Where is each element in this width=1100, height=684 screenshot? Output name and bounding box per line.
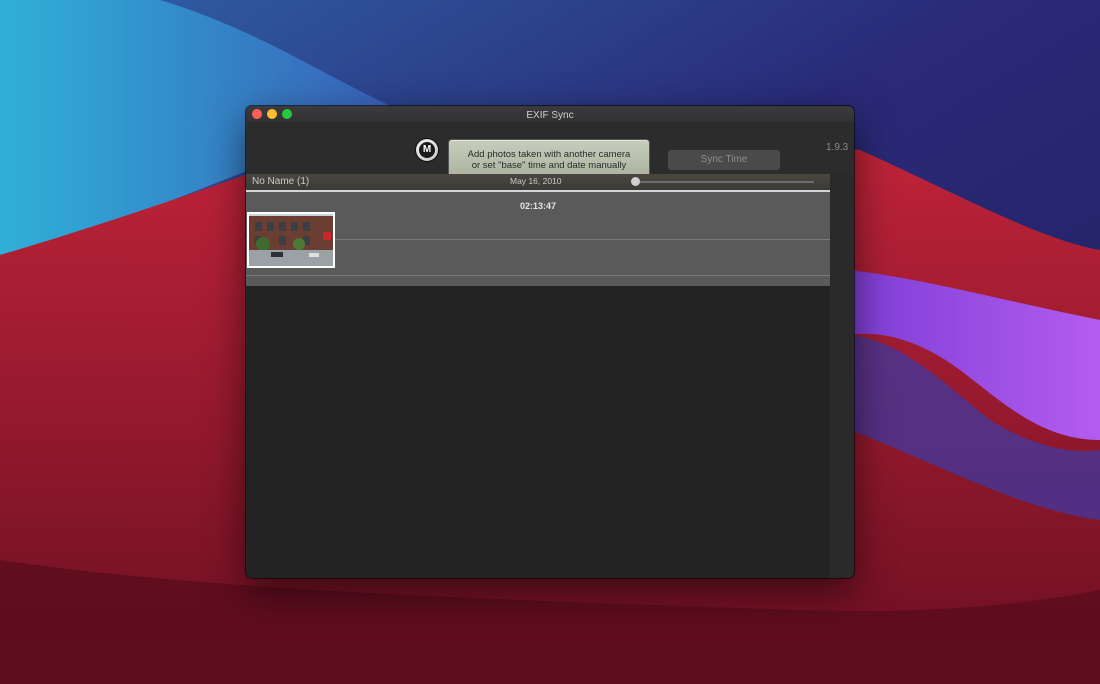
track-header: No Name (1) May 16, 2010 [246, 174, 830, 192]
close-button[interactable] [252, 109, 262, 119]
add-photos-line1: Add photos taken with another camera [467, 149, 631, 160]
minimize-button[interactable] [267, 109, 277, 119]
sync-time-button[interactable]: Sync Time [668, 150, 780, 170]
version-label: 1.9.3 [826, 142, 849, 153]
camera-track[interactable]: No Name (1) May 16, 2010 02:13:47 [246, 174, 830, 286]
zoom-button[interactable] [282, 109, 292, 119]
right-gutter [830, 174, 854, 578]
window-title: EXIF Sync [526, 110, 574, 121]
photo-thumbnail[interactable] [247, 212, 335, 268]
manual-mode-button[interactable]: M [416, 139, 438, 161]
exif-sync-window: EXIF Sync M Add photos taken with anothe… [246, 106, 854, 578]
add-photos-line2: or set "base" time and date manually [471, 160, 627, 171]
camera-name[interactable]: No Name (1) [252, 176, 309, 187]
toolbar: M Add photos taken with another camera o… [246, 122, 854, 180]
time-slider-track[interactable] [636, 181, 814, 183]
track-time: 02:13:47 [519, 201, 557, 211]
time-slider-knob[interactable] [631, 177, 640, 186]
track-date: May 16, 2010 [510, 176, 562, 186]
photo-street-scene [249, 214, 333, 266]
manual-mode-label: M [419, 142, 435, 158]
empty-track-area[interactable] [246, 286, 830, 578]
title-bar[interactable]: EXIF Sync [246, 106, 854, 122]
row-divider [246, 275, 830, 276]
